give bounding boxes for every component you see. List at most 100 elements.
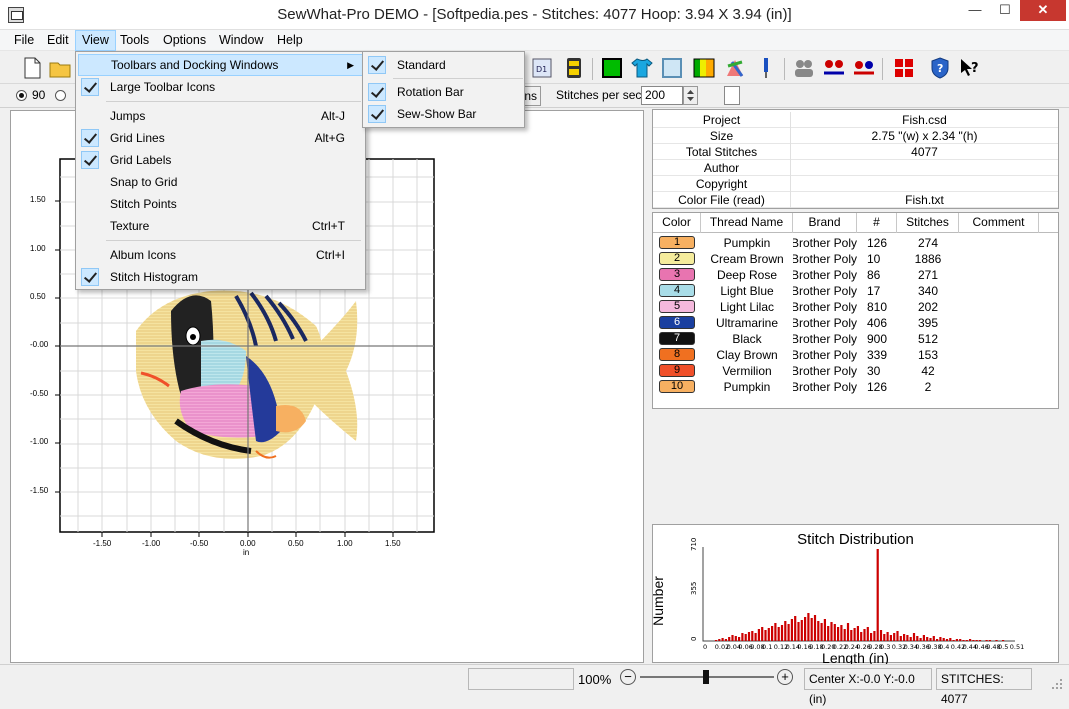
color-swatch[interactable]: 7 [659,332,695,345]
color-palette-icon[interactable] [692,56,716,80]
x-tick-label: -1.00 [142,539,161,548]
thread-brand: Brother Poly [793,284,857,298]
histogram-bar [764,630,767,641]
color-swatch[interactable]: 3 [659,268,695,281]
split-icon[interactable] [822,56,846,80]
new-file-icon[interactable] [20,56,44,80]
histogram-bar [959,639,962,641]
rotate-other-radio[interactable] [55,90,66,101]
stitches-per-sec-input[interactable]: 200 [641,86,683,105]
menu-tools[interactable]: Tools [114,30,155,51]
table-row[interactable]: 3 Deep Rose Brother Poly 86 271 [653,267,1058,283]
menu-edit[interactable]: Edit [41,30,75,51]
thread-table[interactable]: Color Thread Name Brand # Stitches Comme… [652,212,1059,409]
resize-grip-icon[interactable] [1050,677,1064,691]
grid-split-icon[interactable] [892,56,916,80]
thread-brand: Brother Poly [793,364,857,378]
menu-item-large-toolbar-icons[interactable]: Large Toolbar Icons [78,76,363,98]
histogram-bar [985,640,988,641]
minimize-button[interactable]: — [960,0,990,21]
color-swatch[interactable]: 4 [659,284,695,297]
histogram-bar [912,633,916,641]
histogram-bar [734,636,737,641]
menu-item-grid-lines[interactable]: Grid Lines Alt+G [78,127,363,149]
menu-view[interactable]: View [75,30,116,51]
histogram-bar [863,629,866,641]
menu-item-grid-labels[interactable]: Grid Labels [78,149,363,171]
color-block-icon[interactable] [600,56,624,80]
table-row[interactable]: 6 Ultramarine Brother Poly 406 395 [653,315,1058,331]
color-swatch[interactable]: 8 [659,348,695,361]
tshirt-icon[interactable] [630,56,654,80]
zoom-slider-thumb[interactable] [703,670,709,684]
rotate-90-label: 90 [32,88,46,102]
color-swatch[interactable]: 6 [659,316,695,329]
design-info-icon[interactable]: D1 [530,56,554,80]
color-swatch[interactable]: 2 [659,252,695,265]
context-help-icon[interactable]: ? [958,56,982,80]
zoom-out-button[interactable]: − [620,669,636,685]
stitches-per-sec-spinner[interactable] [683,86,698,105]
histogram-bar [741,633,744,641]
submenu-item-standard[interactable]: Standard [365,54,523,76]
checkmark-icon [81,151,99,169]
maximize-button[interactable]: ☐ [990,0,1020,21]
thread-comment [959,235,1039,251]
people-icon[interactable] [792,56,816,80]
col-thread-name[interactable]: Thread Name [701,213,793,233]
thread-name: Pumpkin [723,236,771,250]
rotate-90-radio[interactable] [16,90,27,101]
thread-icon[interactable] [724,56,748,80]
help-shield-icon[interactable]: ? [928,56,952,80]
table-row[interactable]: 10 Pumpkin Brother Poly 126 2 [653,379,1058,395]
menu-item-stitch-points[interactable]: Stitch Points [78,193,363,215]
hoop-icon[interactable] [660,56,684,80]
table-row[interactable]: 2 Cream Brown Brother Poly 10 1886 [653,251,1058,267]
zoom-in-button[interactable]: + [777,669,793,685]
color-swatch[interactable]: 5 [659,300,695,313]
menu-file[interactable]: File [8,30,40,51]
menu-item-stitch-histogram[interactable]: Stitch Histogram [78,266,363,288]
thread-number: 10 [867,252,881,266]
color-swatch[interactable]: 10 [659,380,695,393]
histogram-bar [853,628,856,641]
menu-item-jumps[interactable]: Jumps Alt-J [78,105,363,127]
col-number[interactable]: # [857,213,897,233]
open-folder-icon[interactable] [48,56,72,80]
machine-icon[interactable] [562,56,586,80]
thread-number: 900 [867,332,888,346]
col-stitches[interactable]: Stitches [897,213,959,233]
thread-name: Light Blue [720,284,774,298]
menu-window[interactable]: Window [213,30,269,51]
table-row[interactable]: 7 Black Brother Poly 900 512 [653,331,1058,347]
table-row[interactable]: 5 Light Lilac Brother Poly 810 202 [653,299,1058,315]
table-row[interactable]: 9 Vermilion Brother Poly 30 42 [653,363,1058,379]
color-swatch[interactable]: 1 [659,236,695,249]
close-button[interactable]: ✕ [1020,0,1066,21]
menu-help[interactable]: Help [271,30,309,51]
menu-item-snap-to-grid[interactable]: Snap to Grid [78,171,363,193]
stitches-per-sec-label: Stitches per sec [556,88,642,102]
submenu-item-rotation-bar[interactable]: Rotation Bar [365,81,523,103]
menu-item-album-icons[interactable]: Album Icons Ctrl+I [78,244,363,266]
color-swatch[interactable]: 9 [659,364,695,377]
histogram-bar [909,637,912,641]
menu-item-toolbars-and-docking-windows[interactable]: Toolbars and Docking Windows ▶ [78,54,363,76]
menu-item-texture[interactable]: Texture Ctrl+T [78,215,363,237]
needle-icon[interactable] [754,56,778,80]
histogram-bar [800,620,803,641]
thread-name: Cream Brown [710,252,784,266]
col-brand[interactable]: Brand [793,213,857,233]
menu-options[interactable]: Options [157,30,212,51]
table-row[interactable]: 4 Light Blue Brother Poly 17 340 [653,283,1058,299]
table-row[interactable]: 8 Clay Brown Brother Poly 339 153 [653,347,1058,363]
thread-brand: Brother Poly [793,332,857,346]
col-comment[interactable]: Comment [959,213,1039,233]
submenu-item-sew-show-bar[interactable]: Sew-Show Bar [365,103,523,125]
thread-comment [959,283,1039,299]
merge-icon[interactable] [852,56,876,80]
sew-show-checkbox[interactable] [724,86,740,105]
col-color[interactable]: Color [653,213,701,233]
submenu-arrow-icon: ▶ [347,60,354,70]
table-row[interactable]: 1 Pumpkin Brother Poly 126 274 [653,235,1058,251]
